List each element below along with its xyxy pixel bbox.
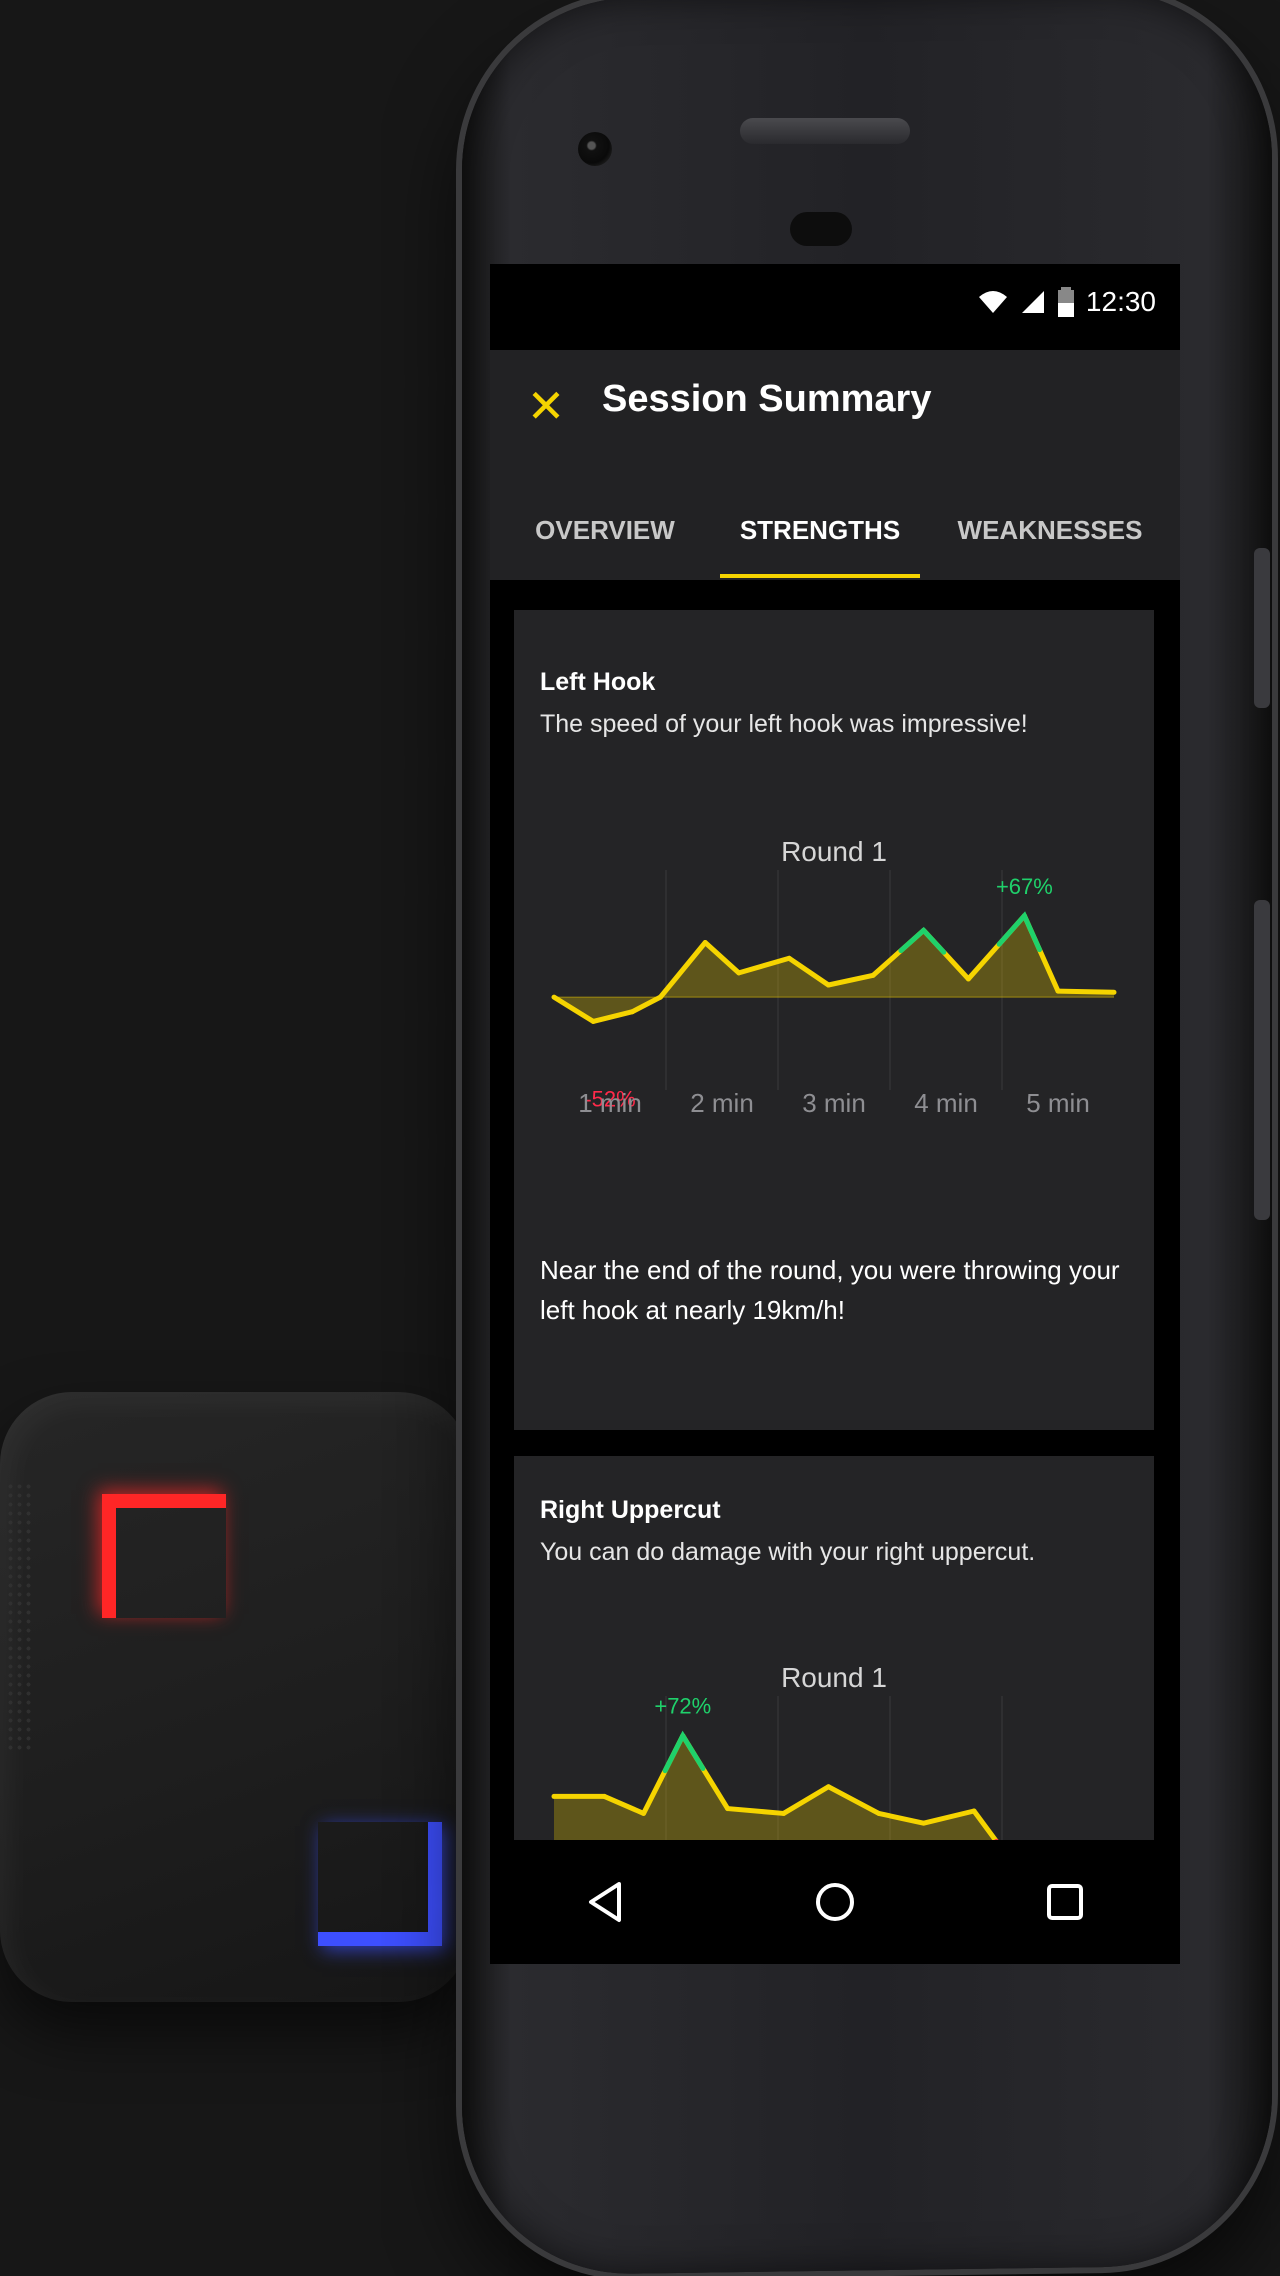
back-triangle-icon <box>589 1882 621 1922</box>
x-tick-label: 1 min <box>578 1088 642 1118</box>
status-time: 12:30 <box>1085 286 1156 317</box>
card-title: Right Uppercut <box>540 1496 721 1524</box>
card-subtitle: You can do damage with your right upperc… <box>540 1538 1036 1566</box>
red-led-corner-icon <box>102 1494 226 1618</box>
blue-led-corner-icon <box>318 1822 442 1946</box>
x-tick-label: 4 min <box>914 1088 978 1118</box>
phone-power-button <box>1254 548 1270 708</box>
status-bar: 12:30 <box>490 264 1180 340</box>
chart-round-label: Round 1 <box>781 836 887 867</box>
proximity-sensor <box>790 212 852 246</box>
app-bar: ✕ Session Summary <box>490 350 1180 478</box>
page-title: Session Summary <box>602 378 932 420</box>
home-circle-icon <box>816 1883 854 1921</box>
x-tick-label: 3 min <box>802 1088 866 1118</box>
speed-line-chart: -52%+67%1 min 2 min 3 min 4 min 5 min <box>551 870 1117 1118</box>
device-grip-texture <box>6 1482 32 1752</box>
phone-volume-button <box>1254 900 1270 1220</box>
x-tick-label: 2 min <box>690 1088 754 1118</box>
data-label: +67% <box>996 874 1053 899</box>
home-button[interactable] <box>790 1857 880 1947</box>
tab-weaknesses[interactable]: WEAKNESSES <box>920 478 1180 578</box>
card-title: Left Hook <box>540 668 656 696</box>
recents-button[interactable] <box>1020 1857 1110 1947</box>
recents-square-icon <box>1047 1884 1083 1920</box>
earpiece-speaker <box>740 118 910 144</box>
strength-card-right-uppercut: Right Uppercut You can do damage with yo… <box>514 1456 1154 1840</box>
card-subtitle: The speed of your left hook was impressi… <box>540 710 1028 738</box>
card-note: Near the end of the round, you were thro… <box>540 1255 1120 1325</box>
strength-card-left-hook: Left Hook The speed of your left hook wa… <box>514 610 1154 1430</box>
tab-strengths[interactable]: STRENGTHS <box>720 478 920 578</box>
cell-signal-icon <box>1021 291 1044 313</box>
speed-line-chart: +72% <box>551 1694 1003 1840</box>
tab-overview[interactable]: OVERVIEW <box>490 478 720 578</box>
sensor-device <box>0 1392 470 2002</box>
series-segment <box>1055 988 1117 995</box>
phone-screen: 12:30 ✕ Session Summary OVERVIEW STRENGT… <box>490 264 1180 1964</box>
back-button[interactable] <box>560 1857 650 1947</box>
chart-round-label: Round 1 <box>781 1662 887 1693</box>
battery-icon <box>1057 287 1074 317</box>
data-label: +72% <box>654 1694 711 1719</box>
front-camera <box>578 132 612 166</box>
close-x-icon[interactable]: ✕ <box>516 376 576 436</box>
tab-bar: OVERVIEW STRENGTHS WEAKNESSES <box>490 478 1180 580</box>
strengths-list: Left Hook The speed of your left hook wa… <box>490 580 1180 1840</box>
android-nav-bar <box>490 1840 1180 1964</box>
active-tab-indicator <box>720 574 920 578</box>
x-tick-label: 5 min <box>1026 1088 1090 1118</box>
wifi-icon <box>978 291 1007 313</box>
